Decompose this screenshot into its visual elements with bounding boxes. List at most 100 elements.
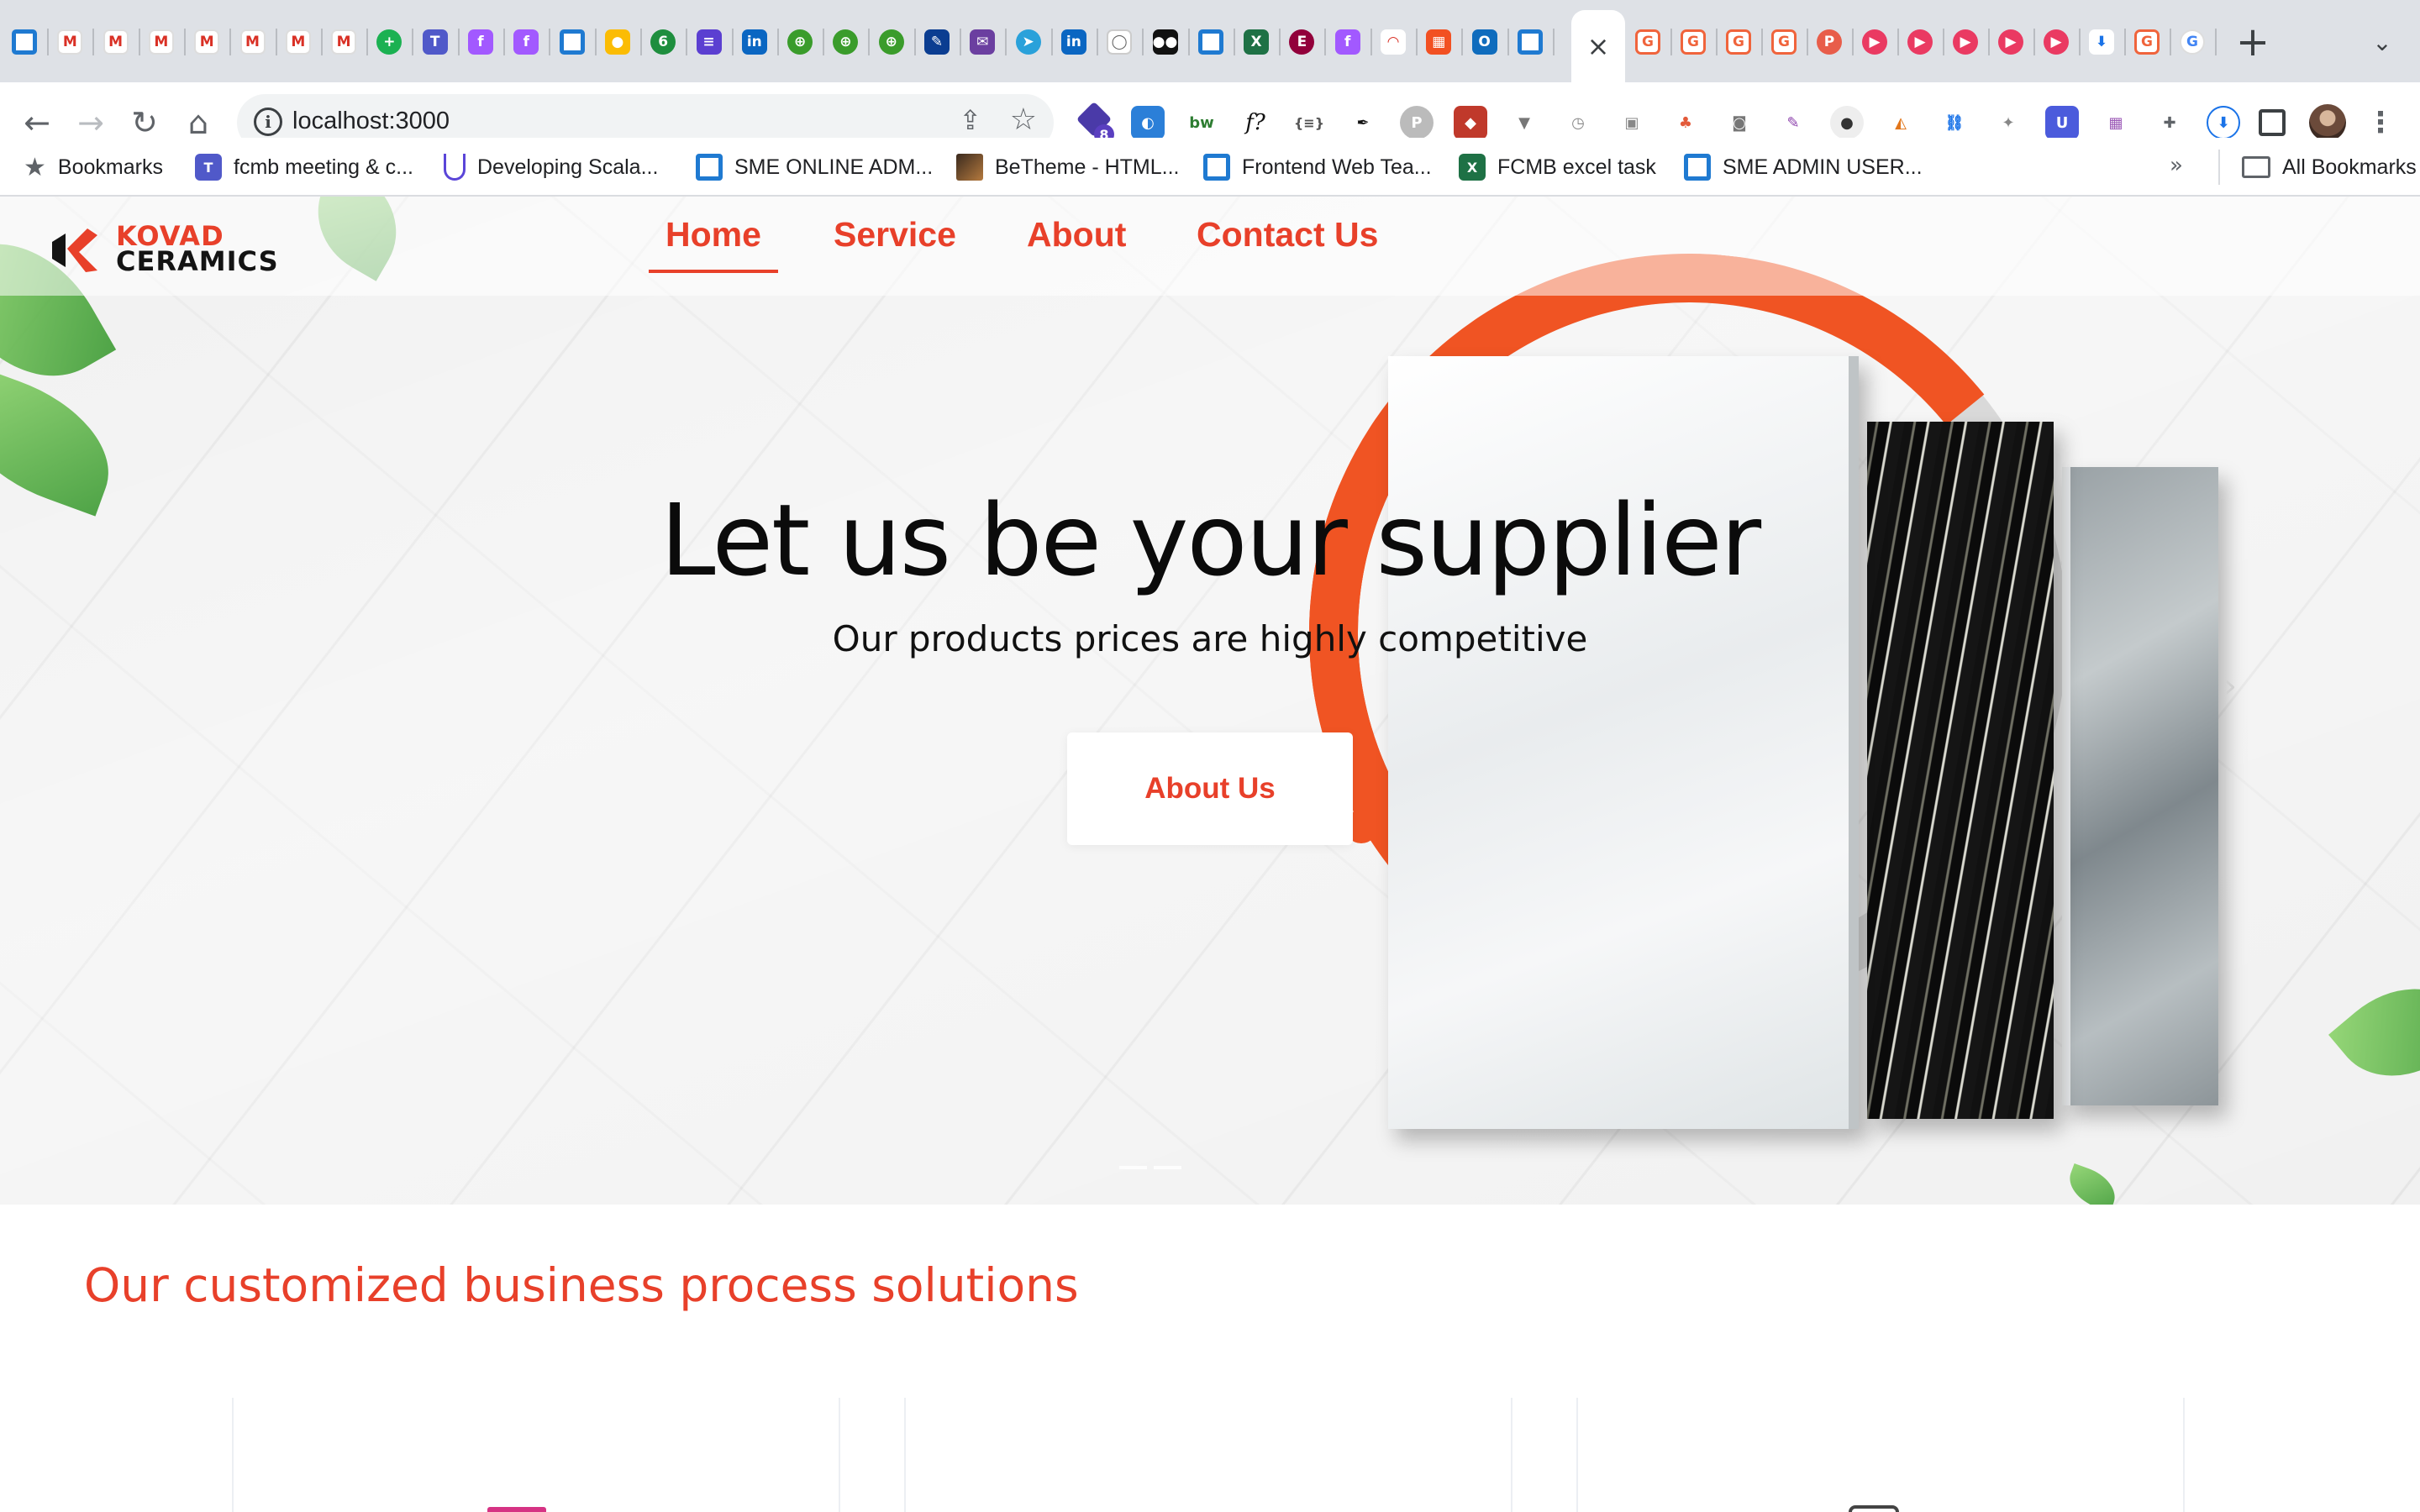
- browser-tab[interactable]: ⬇: [2079, 12, 2124, 72]
- puzzle-extension-icon[interactable]: ✚: [2153, 106, 2186, 139]
- camera-extension-icon[interactable]: ◙: [1723, 106, 1756, 139]
- browser-tab[interactable]: T: [413, 12, 458, 72]
- browser-tab[interactable]: G: [1670, 12, 1716, 72]
- bookmark-star-icon[interactable]: ☆: [1010, 102, 1037, 137]
- bookmark-item[interactable]: ★ Bookmarks: [24, 150, 163, 185]
- carousel-dot[interactable]: [1119, 1166, 1147, 1169]
- browser-tab[interactable]: ≡: [687, 12, 732, 72]
- active-tab[interactable]: ×: [1571, 10, 1625, 82]
- browser-tab[interactable]: M: [139, 12, 184, 72]
- json-extension-icon[interactable]: {≡}: [1292, 106, 1326, 139]
- bookmark-item[interactable]: Frontend Web Tea...: [1203, 150, 1432, 185]
- browser-tab[interactable]: G: [1761, 12, 1807, 72]
- location-extension-icon[interactable]: ●: [1830, 106, 1864, 139]
- puzzle-grey-extension-icon[interactable]: ✦: [1991, 106, 2025, 139]
- browser-tab[interactable]: G: [2170, 12, 2215, 72]
- pen-tool-extension-icon[interactable]: ✒: [1346, 106, 1380, 139]
- browser-tab[interactable]: ●●: [1143, 12, 1188, 72]
- solution-card[interactable]: [1576, 1398, 2185, 1512]
- browser-tab[interactable]: ◠: [1370, 12, 1416, 72]
- browser-tab[interactable]: ⊕: [869, 12, 914, 72]
- browser-tab[interactable]: [1188, 12, 1234, 72]
- browser-tab[interactable]: +: [366, 12, 412, 72]
- browser-tab[interactable]: [1507, 12, 1553, 72]
- browser-tab[interactable]: f: [458, 12, 503, 72]
- clock-extension-icon[interactable]: ◷: [1561, 106, 1595, 139]
- bookmarks-overflow-button[interactable]: »: [2170, 153, 2183, 178]
- browser-tab[interactable]: ●: [595, 12, 640, 72]
- browser-tab[interactable]: ▶: [1897, 12, 1943, 72]
- browser-tab[interactable]: [550, 12, 595, 72]
- nav-contact-us[interactable]: Contact Us: [1197, 215, 1378, 270]
- new-tab-button[interactable]: +: [2232, 18, 2274, 66]
- browser-tab[interactable]: in: [732, 12, 777, 72]
- browser-tab[interactable]: f: [1325, 12, 1370, 72]
- red-ext-extension-icon[interactable]: ◆: [1454, 106, 1487, 139]
- browser-tab[interactable]: G: [1625, 12, 1670, 72]
- close-tab-icon[interactable]: ×: [1587, 30, 1610, 62]
- browser-tab[interactable]: f: [503, 12, 549, 72]
- browser-tab[interactable]: ⊕: [823, 12, 868, 72]
- address-text[interactable]: localhost:3000: [292, 108, 450, 135]
- browser-tab[interactable]: in: [1051, 12, 1097, 72]
- browser-tab[interactable]: M: [47, 12, 92, 72]
- browser-tab[interactable]: M: [184, 12, 229, 72]
- link-extension-icon[interactable]: ⛓: [1938, 106, 1971, 139]
- f?-extension-icon[interactable]: f?: [1239, 106, 1272, 139]
- site-info-icon[interactable]: i: [254, 108, 282, 136]
- profile-avatar[interactable]: [2309, 104, 2346, 141]
- browser-tab[interactable]: ➤: [1006, 12, 1051, 72]
- browser-tab[interactable]: M: [230, 12, 276, 72]
- bookmark-item[interactable]: T fcmb meeting & c...: [195, 150, 413, 185]
- browser-tab[interactable]: M: [93, 12, 139, 72]
- nav-service[interactable]: Service: [834, 215, 956, 270]
- p-extension-icon[interactable]: P: [1400, 106, 1434, 139]
- browser-tab[interactable]: ▶: [1943, 12, 1988, 72]
- side-panel-icon[interactable]: [2259, 109, 2286, 136]
- bookmark-item[interactable]: Developing Scala...: [444, 150, 658, 185]
- browser-tab[interactable]: G: [2124, 12, 2170, 72]
- browser-tab[interactable]: ▶: [1852, 12, 1897, 72]
- browser-tab[interactable]: P: [1807, 12, 1852, 72]
- browser-tab[interactable]: X: [1234, 12, 1279, 72]
- browser-tab[interactable]: E: [1279, 12, 1324, 72]
- bookmark-item[interactable]: SME ADMIN USER...: [1684, 150, 1923, 185]
- about-us-button[interactable]: About Us: [1067, 732, 1353, 845]
- all-bookmarks-button[interactable]: All Bookmarks: [2218, 150, 2417, 185]
- u-extension-icon[interactable]: U: [2045, 106, 2079, 139]
- browser-tab[interactable]: ▶: [2033, 12, 2079, 72]
- nav-about[interactable]: About: [1027, 215, 1126, 270]
- carousel-dot[interactable]: [1154, 1166, 1181, 1169]
- browser-tab[interactable]: ✎: [914, 12, 960, 72]
- people-extension-icon[interactable]: ♣: [1669, 106, 1702, 139]
- tab-search-chevron-icon[interactable]: ⌄: [2361, 24, 2403, 60]
- gallery-extension-icon[interactable]: ▣: [1615, 106, 1649, 139]
- table-extension-icon[interactable]: ▦: [2099, 106, 2133, 139]
- bookmark-item[interactable]: X FCMB excel task: [1459, 150, 1656, 185]
- browser-tab[interactable]: 6: [640, 12, 686, 72]
- browser-tab[interactable]: G: [1716, 12, 1761, 72]
- bookmark-item[interactable]: SME ONLINE ADM...: [696, 150, 933, 185]
- browser-tab[interactable]: M: [276, 12, 321, 72]
- v-extension-icon[interactable]: ▼: [1507, 106, 1541, 139]
- solution-card[interactable]: [904, 1398, 1512, 1512]
- browser-tab[interactable]: ▦: [1416, 12, 1461, 72]
- share-icon[interactable]: ⇪: [959, 104, 981, 136]
- nav-home[interactable]: Home: [649, 215, 778, 273]
- browser-tab[interactable]: ◯: [1097, 12, 1142, 72]
- metamask-extension-icon[interactable]: ◭: [1884, 106, 1918, 139]
- browser-tab[interactable]: [2, 12, 47, 72]
- browser-tab[interactable]: O: [1462, 12, 1507, 72]
- bw-extension-icon[interactable]: bw: [1185, 106, 1218, 139]
- browser-tab[interactable]: ▶: [1988, 12, 2033, 72]
- bookmark-item[interactable]: BeTheme - HTML...: [956, 150, 1180, 185]
- edge-extension-icon[interactable]: ◐: [1131, 106, 1165, 139]
- browser-tab[interactable]: ⊕: [777, 12, 823, 72]
- linkedin-icon: in: [741, 29, 767, 55]
- solution-card[interactable]: [232, 1398, 840, 1512]
- download-extension-icon[interactable]: ⬇: [2207, 106, 2240, 139]
- browser-tab[interactable]: M: [321, 12, 366, 72]
- browser-tab[interactable]: ✉: [960, 12, 1005, 72]
- carousel-next-icon[interactable]: ›: [2223, 667, 2237, 706]
- feather-extension-icon[interactable]: ✎: [1776, 106, 1810, 139]
